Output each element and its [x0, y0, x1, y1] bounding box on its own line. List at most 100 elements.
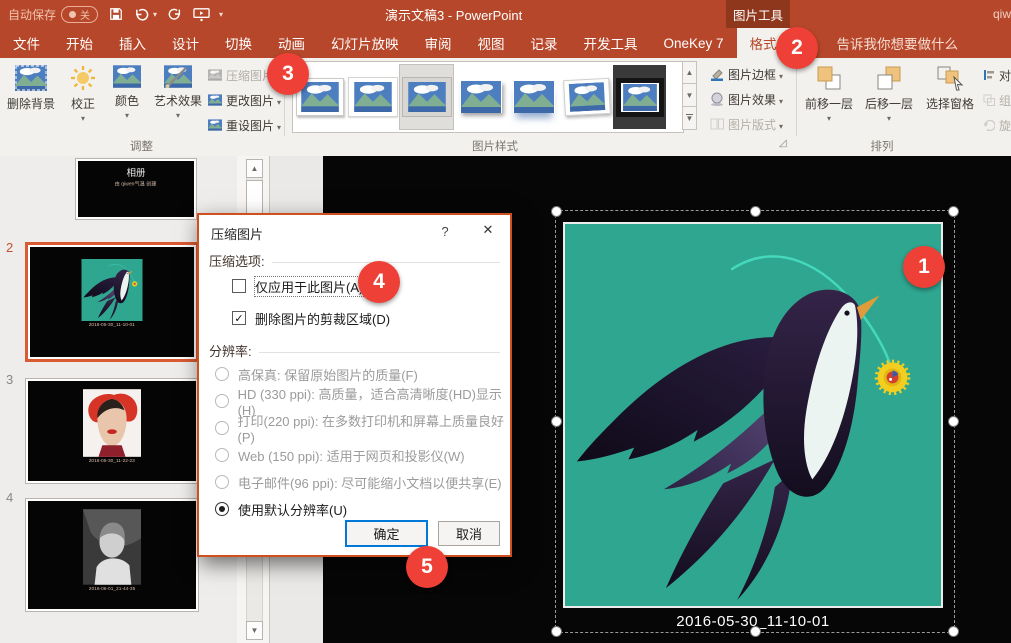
color-button[interactable]: 颜色: [106, 60, 148, 123]
radio-hd-330ppi[interactable]: HD (330 ppi): 高质量，适合高清晰度(HD)显示(H): [215, 392, 510, 410]
tab-file[interactable]: 文件: [0, 28, 53, 58]
redo-button[interactable]: [168, 7, 182, 21]
group-picture-styles: ▲ ▼ ▼ 图片边框 图片效果 图片版式 图片样式 ◿: [285, 58, 795, 156]
radio-icon-selected[interactable]: [215, 502, 229, 516]
ok-button[interactable]: 确定: [345, 520, 428, 547]
radio-icon[interactable]: [215, 421, 229, 435]
send-backward-button[interactable]: 后移一层: [860, 60, 918, 126]
tab-developer[interactable]: 开发工具: [571, 28, 651, 58]
rotate-button[interactable]: 旋转: [983, 114, 1011, 136]
slide-2-thumbnail[interactable]: 2016-05-30_11-10-01: [25, 242, 199, 362]
slide-3-thumbnail[interactable]: 2016-05-30_11-22-23: [25, 378, 199, 484]
radio-default-resolution[interactable]: 使用默认分辨率(U): [215, 500, 347, 518]
tab-transitions[interactable]: 切换: [212, 28, 265, 58]
quick-access-toolbar: 自动保存 关 ▾ ▾: [8, 0, 223, 28]
scrollbar-up-button[interactable]: ▲: [246, 159, 263, 178]
remove-background-button[interactable]: 删除背景: [2, 60, 60, 111]
autosave-label: 自动保存: [8, 6, 56, 23]
tell-me-box[interactable]: 告诉我你想要做什么: [824, 28, 972, 58]
user-name[interactable]: qiw: [993, 0, 1011, 28]
resize-handle-top-center[interactable]: [750, 206, 761, 217]
scrollbar-down-button[interactable]: ▼: [246, 621, 263, 640]
redo-icon: [168, 7, 182, 21]
reset-picture-button[interactable]: 重设图片: [208, 114, 281, 136]
radio-icon[interactable]: [215, 448, 229, 462]
selection-pane-button[interactable]: 选择窗格: [920, 60, 980, 111]
align-button[interactable]: 对齐: [983, 64, 1011, 86]
dialog-close-button[interactable]: ✕: [472, 219, 504, 241]
apply-only-this-picture-row[interactable]: 仅应用于此图片(A): [232, 277, 363, 295]
delete-cropped-areas-row[interactable]: ✓ 删除图片的剪裁区域(D): [232, 309, 390, 327]
undo-dropdown-caret[interactable]: ▾: [153, 10, 157, 19]
tab-view[interactable]: 视图: [465, 28, 518, 58]
save-button[interactable]: [109, 7, 123, 21]
resize-handle-bottom-center[interactable]: [750, 626, 761, 637]
undo-button[interactable]: [134, 7, 149, 21]
picture-border-button[interactable]: 图片边框: [710, 63, 783, 85]
picture-border-icon: [710, 67, 724, 81]
compress-pictures-button[interactable]: 压缩图片: [208, 64, 274, 86]
picture-style-option[interactable]: [346, 65, 399, 129]
radio-icon[interactable]: [215, 394, 229, 408]
corrections-button[interactable]: 校正: [62, 60, 104, 126]
group-objects-button[interactable]: 组合: [983, 89, 1011, 111]
picture-layout-button[interactable]: 图片版式: [710, 113, 783, 135]
picture-effects-button[interactable]: 图片效果: [710, 88, 783, 110]
checkbox-unchecked[interactable]: [232, 279, 246, 293]
resize-handle-top-right[interactable]: [948, 206, 959, 217]
annotation-step-1: 1: [903, 246, 945, 288]
picture-style-option[interactable]: [507, 65, 560, 129]
compress-pictures-dialog: 压缩图片 ? ✕ 压缩选项: 仅应用于此图片(A) ✓ 删除图片的剪裁区域(D)…: [197, 213, 512, 557]
radio-email-96ppi[interactable]: 电子邮件(96 ppi): 尽可能缩小文档以便共享(E): [215, 473, 502, 491]
picture-style-gallery: [292, 61, 684, 133]
artistic-effects-icon: [164, 65, 192, 91]
apply-only-this-picture-label[interactable]: 仅应用于此图片(A): [255, 277, 363, 296]
resize-handle-middle-left[interactable]: [551, 416, 562, 427]
radio-web-150ppi[interactable]: Web (150 ppi): 适用于网页和投影仪(W): [215, 446, 465, 464]
change-picture-button[interactable]: 更改图片: [208, 89, 281, 111]
delete-cropped-areas-label[interactable]: 删除图片的剪裁区域(D): [255, 309, 390, 328]
gallery-more-button[interactable]: ▼: [682, 107, 697, 130]
slide-2-picture: [81, 259, 143, 321]
bring-forward-button[interactable]: 前移一层: [800, 60, 858, 126]
selected-picture[interactable]: [563, 222, 943, 608]
dialog-launcher-icon[interactable]: ◿: [779, 138, 790, 149]
send-backward-icon: [876, 65, 902, 94]
slide-4-thumbnail[interactable]: 2016-06-01_21-44-35: [25, 498, 199, 612]
resize-handle-bottom-right[interactable]: [948, 626, 959, 637]
start-slideshow-button[interactable]: [193, 7, 210, 22]
tab-insert[interactable]: 插入: [106, 28, 159, 58]
resize-handle-bottom-left[interactable]: [551, 626, 562, 637]
tab-review[interactable]: 审阅: [412, 28, 465, 58]
radio-icon[interactable]: [215, 475, 229, 489]
resize-handle-top-left[interactable]: [551, 206, 562, 217]
tab-home[interactable]: 开始: [53, 28, 106, 58]
artistic-effects-button[interactable]: 艺术效果: [150, 60, 206, 123]
gallery-scroll-up-button[interactable]: ▲: [682, 61, 697, 84]
picture-style-option[interactable]: [454, 65, 507, 129]
radio-print-220ppi[interactable]: 打印(220 ppi): 在多数打印机和屏幕上质量良好(P): [215, 419, 510, 437]
slide-4-caption: 2016-06-01_21-44-35: [89, 587, 135, 592]
resize-handle-middle-right[interactable]: [948, 416, 959, 427]
tab-design[interactable]: 设计: [159, 28, 212, 58]
bird-illustration: [565, 224, 941, 606]
gallery-scroll-down-button[interactable]: ▼: [682, 84, 697, 107]
radio-icon[interactable]: [215, 367, 229, 381]
checkbox-checked[interactable]: ✓: [232, 311, 246, 325]
picture-style-option[interactable]: [560, 65, 613, 129]
dialog-title: 压缩图片: [211, 224, 263, 243]
autosave-toggle[interactable]: 自动保存 关: [8, 6, 98, 23]
annotation-step-5: 5: [406, 546, 448, 588]
radio-high-fidelity[interactable]: 高保真: 保留原始图片的质量(F): [215, 365, 418, 383]
tab-record[interactable]: 记录: [518, 28, 571, 58]
annotation-step-3: 3: [267, 53, 309, 95]
tab-slideshow[interactable]: 幻灯片放映: [318, 28, 412, 58]
slide-1-thumbnail[interactable]: 相册 由 qiwen气温 创建: [75, 158, 197, 220]
cancel-button[interactable]: 取消: [438, 521, 500, 546]
customize-qat-caret[interactable]: ▾: [219, 10, 223, 19]
autosave-switch[interactable]: 关: [61, 6, 98, 23]
picture-style-option-selected[interactable]: [613, 65, 666, 129]
picture-style-option[interactable]: [399, 64, 454, 130]
dialog-help-button[interactable]: ?: [432, 221, 458, 241]
tab-onekey[interactable]: OneKey 7: [651, 28, 737, 58]
